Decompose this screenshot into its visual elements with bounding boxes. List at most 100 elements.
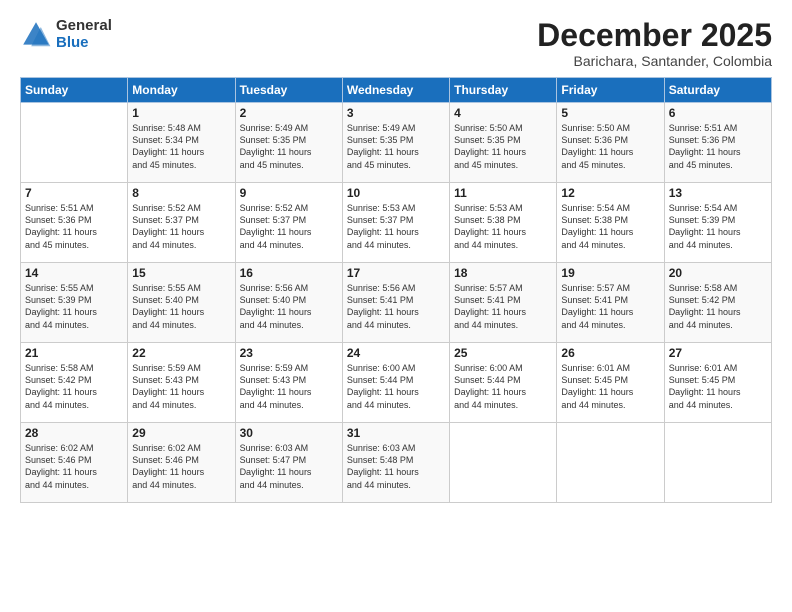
day-number: 7 [25,186,123,200]
day-number: 17 [347,266,445,280]
day-number: 30 [240,426,338,440]
calendar-cell: 24 Sunrise: 6:00 AM Sunset: 5:44 PM Dayli… [342,343,449,423]
day-number: 25 [454,346,552,360]
calendar-cell: 7 Sunrise: 5:51 AM Sunset: 5:36 PM Daylig… [21,183,128,263]
calendar-cell [557,423,664,503]
calendar-week-row: 7 Sunrise: 5:51 AM Sunset: 5:36 PM Daylig… [21,183,772,263]
cell-daylight-info: Sunrise: 5:56 AM Sunset: 5:41 PM Dayligh… [347,282,445,331]
calendar-cell: 20 Sunrise: 5:58 AM Sunset: 5:42 PM Dayli… [664,263,771,343]
day-number: 19 [561,266,659,280]
calendar-cell: 23 Sunrise: 5:59 AM Sunset: 5:43 PM Dayli… [235,343,342,423]
day-number: 26 [561,346,659,360]
logo-text: General Blue [56,18,112,51]
day-of-week-header: Tuesday [235,78,342,103]
calendar-week-row: 14 Sunrise: 5:55 AM Sunset: 5:39 PM Dayli… [21,263,772,343]
calendar-cell: 5 Sunrise: 5:50 AM Sunset: 5:36 PM Daylig… [557,103,664,183]
day-number: 2 [240,106,338,120]
day-number: 18 [454,266,552,280]
day-number: 28 [25,426,123,440]
calendar-cell: 6 Sunrise: 5:51 AM Sunset: 5:36 PM Daylig… [664,103,771,183]
cell-daylight-info: Sunrise: 6:01 AM Sunset: 5:45 PM Dayligh… [561,362,659,411]
day-number: 21 [25,346,123,360]
day-number: 24 [347,346,445,360]
day-of-week-header: Thursday [450,78,557,103]
cell-daylight-info: Sunrise: 5:55 AM Sunset: 5:39 PM Dayligh… [25,282,123,331]
calendar-cell: 28 Sunrise: 6:02 AM Sunset: 5:46 PM Dayli… [21,423,128,503]
day-number: 3 [347,106,445,120]
day-number: 22 [132,346,230,360]
calendar-cell: 25 Sunrise: 6:00 AM Sunset: 5:44 PM Dayli… [450,343,557,423]
cell-daylight-info: Sunrise: 5:52 AM Sunset: 5:37 PM Dayligh… [132,202,230,251]
cell-daylight-info: Sunrise: 5:51 AM Sunset: 5:36 PM Dayligh… [25,202,123,251]
calendar-cell: 27Sunrise: 6:01 AM Sunset: 5:45 PM Dayli… [664,343,771,423]
cell-daylight-info: Sunrise: 5:53 AM Sunset: 5:37 PM Dayligh… [347,202,445,251]
calendar-cell [450,423,557,503]
cell-daylight-info: Sunrise: 5:48 AM Sunset: 5:34 PM Dayligh… [132,122,230,171]
day-number: 4 [454,106,552,120]
calendar-cell: 12Sunrise: 5:54 AM Sunset: 5:38 PM Dayli… [557,183,664,263]
day-number: 23 [240,346,338,360]
title-block: December 2025 Barichara, Santander, Colo… [537,18,772,69]
cell-daylight-info: Sunrise: 5:58 AM Sunset: 5:42 PM Dayligh… [25,362,123,411]
cell-daylight-info: Sunrise: 5:57 AM Sunset: 5:41 PM Dayligh… [454,282,552,331]
day-number: 13 [669,186,767,200]
cell-daylight-info: Sunrise: 5:59 AM Sunset: 5:43 PM Dayligh… [240,362,338,411]
logo: General Blue [20,18,112,51]
cell-daylight-info: Sunrise: 5:56 AM Sunset: 5:40 PM Dayligh… [240,282,338,331]
calendar-cell: 21 Sunrise: 5:58 AM Sunset: 5:42 PM Dayli… [21,343,128,423]
header: General Blue December 2025 Barichara, Sa… [20,18,772,69]
day-number: 6 [669,106,767,120]
cell-daylight-info: Sunrise: 6:03 AM Sunset: 5:47 PM Dayligh… [240,442,338,491]
calendar-cell: 17 Sunrise: 5:56 AM Sunset: 5:41 PM Dayli… [342,263,449,343]
day-number: 20 [669,266,767,280]
cell-daylight-info: Sunrise: 6:00 AM Sunset: 5:44 PM Dayligh… [347,362,445,411]
day-number: 5 [561,106,659,120]
calendar-week-row: 1Sunrise: 5:48 AM Sunset: 5:34 PM Daylig… [21,103,772,183]
calendar-week-row: 21 Sunrise: 5:58 AM Sunset: 5:42 PM Dayli… [21,343,772,423]
cell-daylight-info: Sunrise: 5:54 AM Sunset: 5:39 PM Dayligh… [669,202,767,251]
logo-general-label: General [56,18,112,35]
calendar-cell: 11Sunrise: 5:53 AM Sunset: 5:38 PM Dayli… [450,183,557,263]
day-of-week-header: Sunday [21,78,128,103]
calendar-cell [664,423,771,503]
calendar-cell: 8 Sunrise: 5:52 AM Sunset: 5:37 PM Daylig… [128,183,235,263]
cell-daylight-info: Sunrise: 5:49 AM Sunset: 5:35 PM Dayligh… [347,122,445,171]
calendar-cell: 30 Sunrise: 6:03 AM Sunset: 5:47 PM Dayli… [235,423,342,503]
day-number: 12 [561,186,659,200]
day-number: 9 [240,186,338,200]
calendar-cell: 19 Sunrise: 5:57 AM Sunset: 5:41 PM Dayli… [557,263,664,343]
day-of-week-header: Saturday [664,78,771,103]
day-number: 16 [240,266,338,280]
calendar-cell: 1Sunrise: 5:48 AM Sunset: 5:34 PM Daylig… [128,103,235,183]
cell-daylight-info: Sunrise: 6:02 AM Sunset: 5:46 PM Dayligh… [132,442,230,491]
cell-daylight-info: Sunrise: 5:58 AM Sunset: 5:42 PM Dayligh… [669,282,767,331]
cell-daylight-info: Sunrise: 5:50 AM Sunset: 5:36 PM Dayligh… [561,122,659,171]
cell-daylight-info: Sunrise: 5:53 AM Sunset: 5:38 PM Dayligh… [454,202,552,251]
cell-daylight-info: Sunrise: 6:00 AM Sunset: 5:44 PM Dayligh… [454,362,552,411]
month-title: December 2025 [537,18,772,53]
calendar-cell: 18 Sunrise: 5:57 AM Sunset: 5:41 PM Dayli… [450,263,557,343]
day-of-week-header: Wednesday [342,78,449,103]
calendar-cell: 13 Sunrise: 5:54 AM Sunset: 5:39 PM Dayli… [664,183,771,263]
calendar-cell: 26 Sunrise: 6:01 AM Sunset: 5:45 PM Dayli… [557,343,664,423]
calendar-cell [21,103,128,183]
day-number: 8 [132,186,230,200]
day-number: 31 [347,426,445,440]
cell-daylight-info: Sunrise: 5:57 AM Sunset: 5:41 PM Dayligh… [561,282,659,331]
cell-daylight-info: Sunrise: 6:02 AM Sunset: 5:46 PM Dayligh… [25,442,123,491]
day-of-week-header: Monday [128,78,235,103]
calendar-week-row: 28 Sunrise: 6:02 AM Sunset: 5:46 PM Dayli… [21,423,772,503]
day-number: 29 [132,426,230,440]
cell-daylight-info: Sunrise: 5:59 AM Sunset: 5:43 PM Dayligh… [132,362,230,411]
day-number: 15 [132,266,230,280]
calendar-cell: 15 Sunrise: 5:55 AM Sunset: 5:40 PM Dayli… [128,263,235,343]
day-number: 10 [347,186,445,200]
calendar-header-row: SundayMondayTuesdayWednesdayThursdayFrid… [21,78,772,103]
day-number: 14 [25,266,123,280]
calendar-cell: 31Sunrise: 6:03 AM Sunset: 5:48 PM Dayli… [342,423,449,503]
calendar-cell: 4Sunrise: 5:50 AM Sunset: 5:35 PM Daylig… [450,103,557,183]
cell-daylight-info: Sunrise: 5:55 AM Sunset: 5:40 PM Dayligh… [132,282,230,331]
logo-icon [20,19,52,51]
cell-daylight-info: Sunrise: 5:52 AM Sunset: 5:37 PM Dayligh… [240,202,338,251]
cell-daylight-info: Sunrise: 5:51 AM Sunset: 5:36 PM Dayligh… [669,122,767,171]
